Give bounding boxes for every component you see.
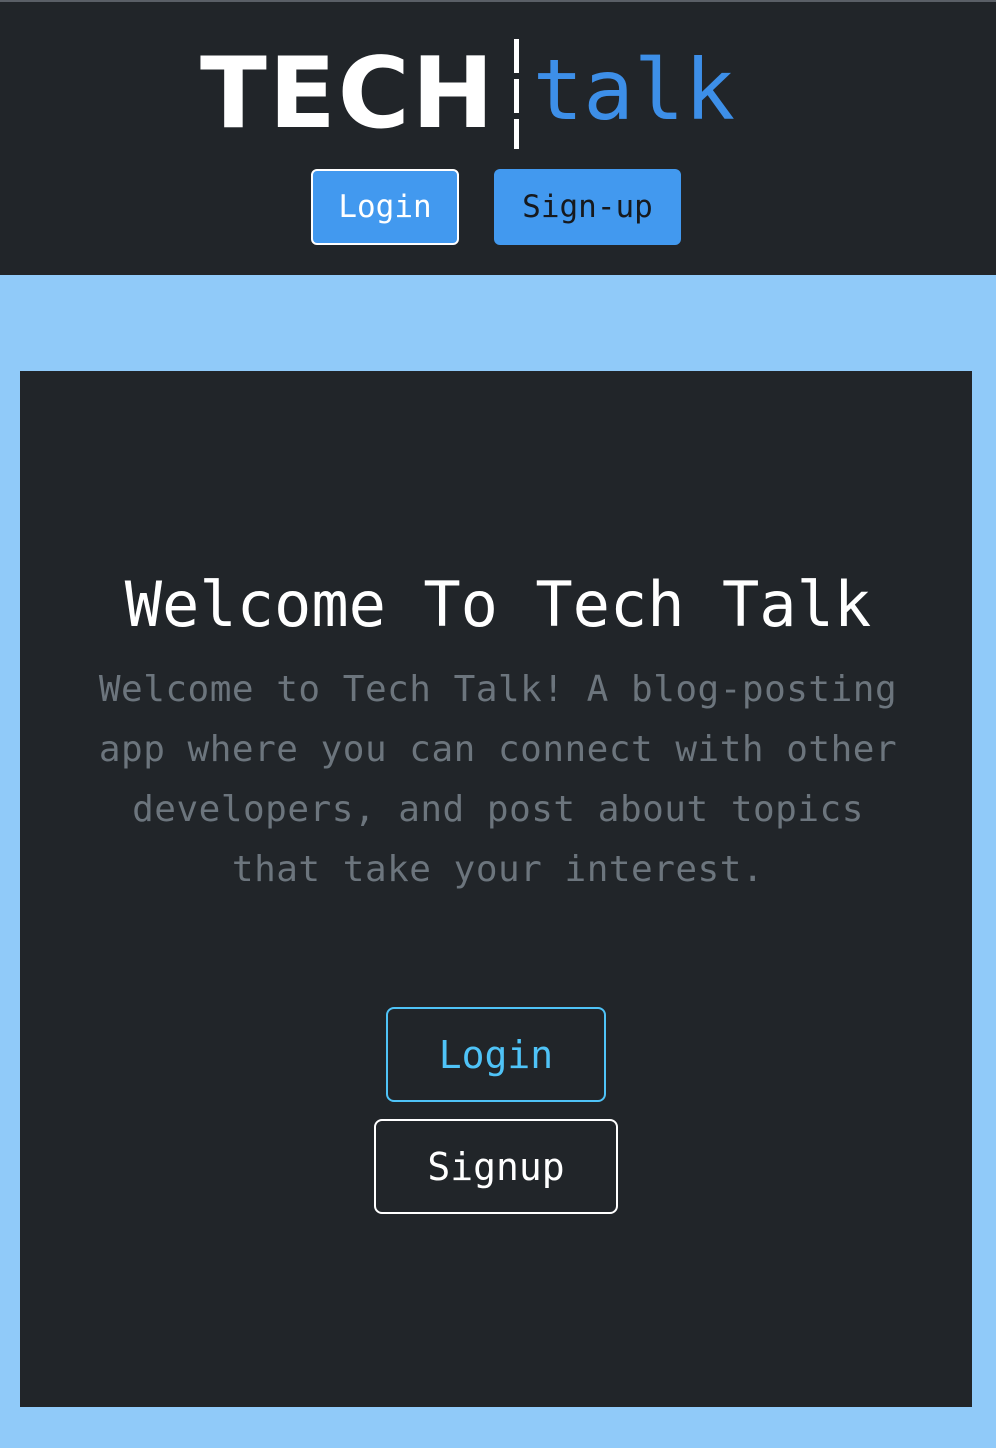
nav-signup-button[interactable]: Sign-up (494, 169, 681, 245)
hero-login-button[interactable]: Login (386, 1007, 606, 1102)
top-navbar: TECH talk Login Sign-up (0, 0, 996, 275)
logo-tech-text: TECH (200, 37, 496, 151)
nav-login-button[interactable]: Login (311, 169, 459, 245)
welcome-title: Welcome To Tech Talk (124, 568, 872, 641)
techtalk-logo[interactable]: TECH talk (200, 36, 735, 152)
logo-talk-text: talk (532, 41, 736, 139)
hero-signup-button[interactable]: Signup (374, 1119, 618, 1214)
welcome-description: Welcome to Tech Talk! A blog-posting app… (98, 669, 898, 890)
logo-divider (513, 39, 519, 149)
